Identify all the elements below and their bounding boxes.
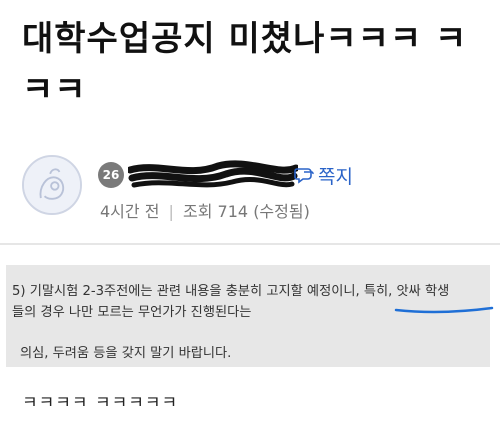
notice-line-1: 5) 기말시험 2-3주전에는 관련 내용을 충분히 고지할 예정이니, 특히,…: [12, 284, 450, 299]
highlight-underline: [394, 306, 494, 314]
notice-excerpt: 5) 기말시험 2-3주전에는 관련 내용을 충분히 고지할 예정이니, 특히,…: [6, 265, 490, 367]
author-profile: 26 쪽지 4시간 전 | 조회 714 (수정됨): [22, 150, 492, 230]
comment-text: ㅋㅋㅋㅋ ㅋㅋㅋㅋㅋ: [22, 393, 179, 413]
avatar[interactable]: [22, 155, 82, 215]
chat-bubble-icon: [294, 168, 314, 184]
divider: [0, 243, 500, 245]
post-title: 대학수업공지 미쳤나ㅋㅋㅋ ㅋㅋㅋ: [22, 19, 468, 110]
post-meta: 4시간 전 | 조회 714 (수정됨): [100, 198, 310, 222]
edited-label: (수정됨): [253, 202, 310, 221]
notice-line-3: 의심, 두려움 등을 갖지 말기 바랍니다.: [20, 346, 232, 362]
redaction-scribble: [128, 160, 298, 188]
level-badge: 26: [98, 162, 124, 188]
time-ago: 4시간 전: [100, 202, 160, 221]
message-label: 쪽지: [318, 165, 353, 188]
avatar-illustration-icon: [24, 157, 80, 213]
message-button[interactable]: 쪽지: [294, 160, 353, 190]
view-count: 조회 714: [183, 202, 249, 221]
meta-separator: |: [168, 202, 174, 221]
